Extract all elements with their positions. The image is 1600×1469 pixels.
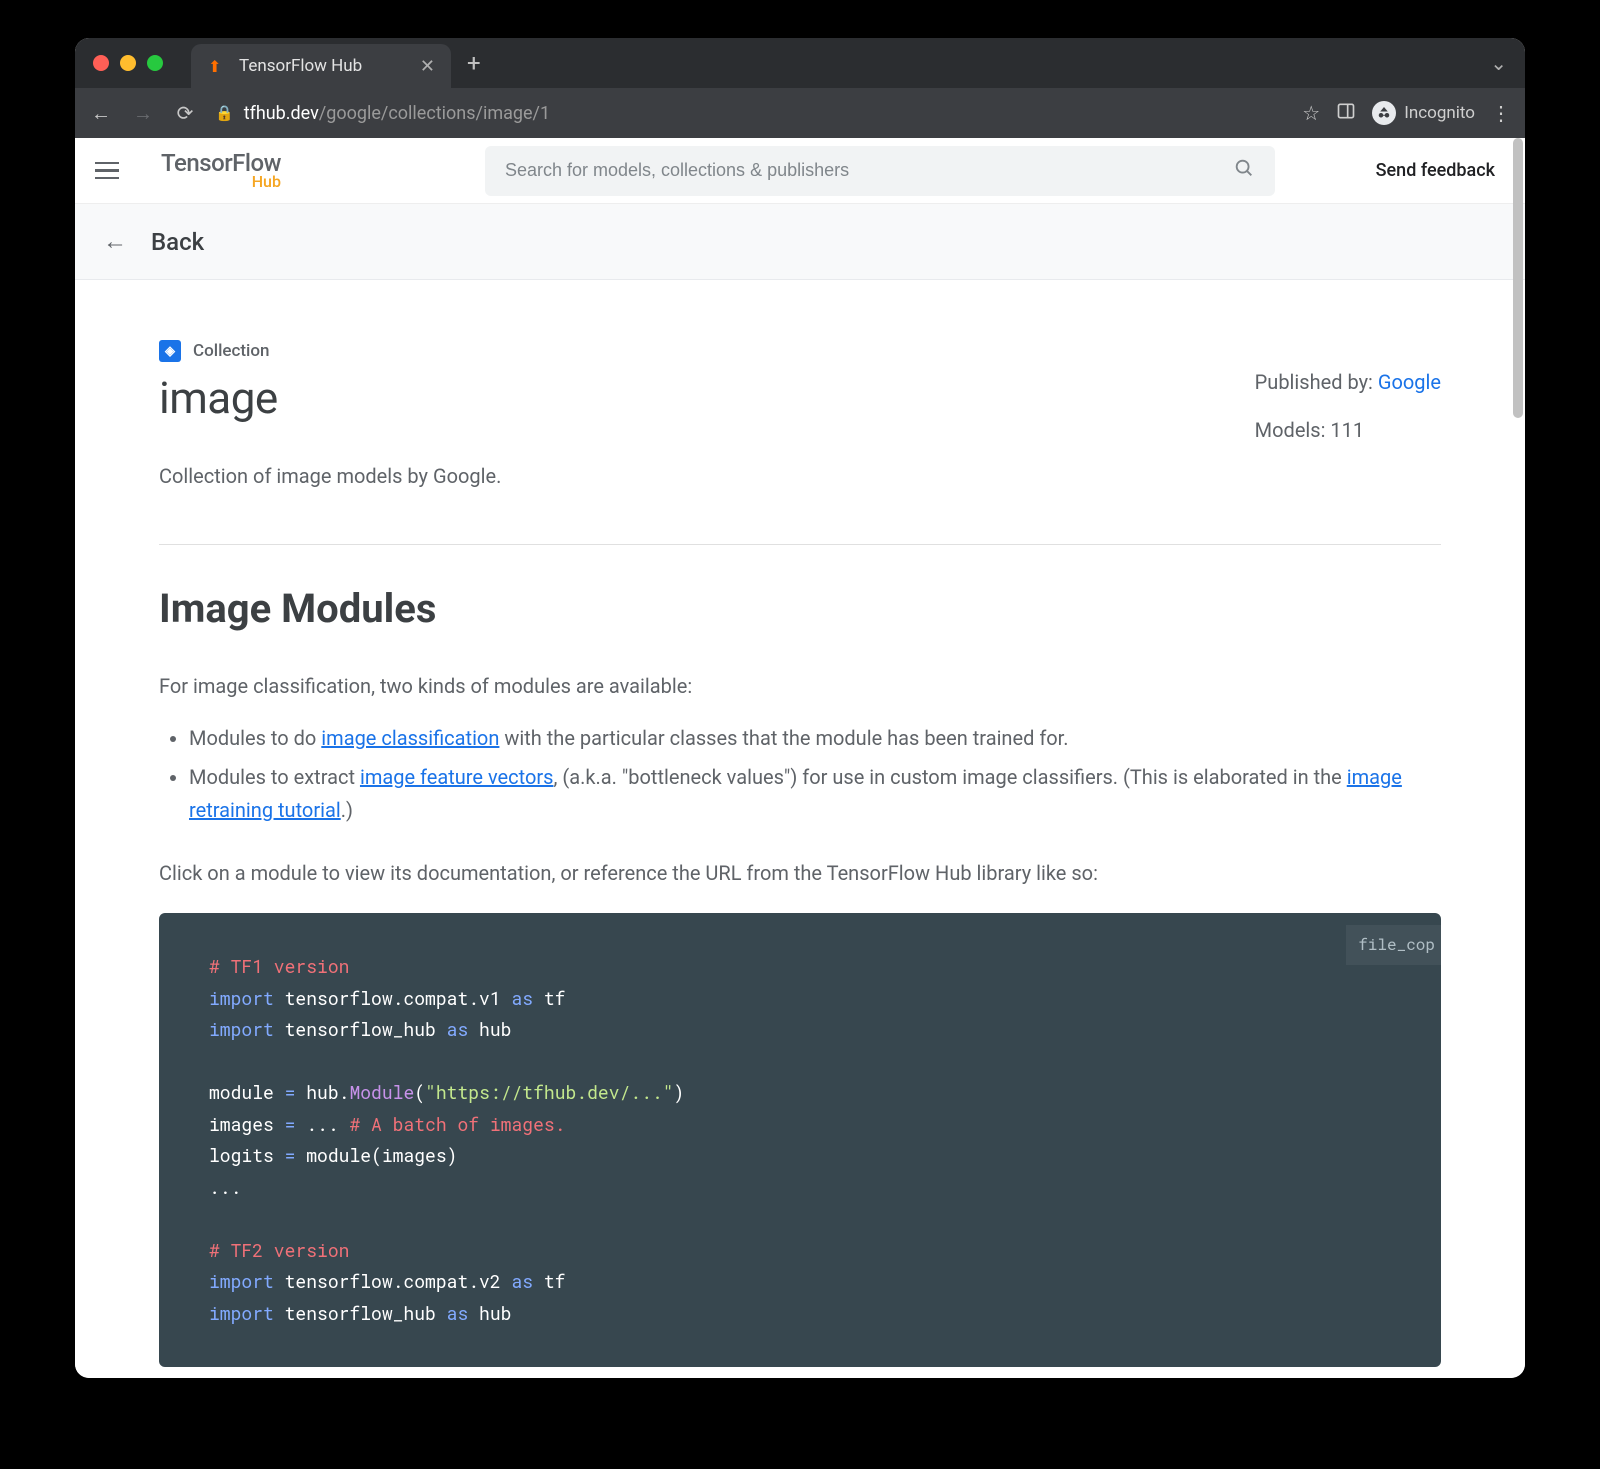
scrollbar[interactable] — [1511, 138, 1525, 1378]
main-content: ◈ Collection image Collection of image m… — [75, 280, 1525, 1378]
tab-close-icon[interactable]: ✕ — [420, 56, 435, 77]
lock-icon: 🔒 — [215, 104, 234, 122]
scrollbar-thumb[interactable] — [1513, 138, 1523, 418]
bookmark-star-icon[interactable]: ☆ — [1302, 101, 1320, 125]
intro-text: For image classification, two kinds of m… — [159, 670, 1441, 702]
collection-description: Collection of image models by Google. — [159, 464, 501, 488]
window-titlebar: TensorFlow Hub ✕ + ⌄ — [75, 38, 1525, 88]
traffic-lights — [93, 55, 163, 71]
collection-badge-text: Collection — [193, 341, 270, 361]
search-icon[interactable] — [1233, 157, 1255, 184]
minimize-window-button[interactable] — [120, 55, 136, 71]
titlebar-right: ⌄ — [1490, 51, 1507, 75]
chevron-down-icon[interactable]: ⌄ — [1490, 51, 1507, 75]
side-panel-icon[interactable] — [1336, 101, 1356, 126]
nav-reload-icon[interactable]: ⟳ — [173, 101, 197, 125]
browser-tab[interactable]: TensorFlow Hub ✕ — [191, 44, 451, 88]
image-classification-link[interactable]: image classification — [321, 726, 499, 750]
incognito-icon — [1372, 101, 1396, 125]
nav-forward-icon[interactable]: → — [131, 101, 155, 126]
collection-badge: ◈ Collection — [159, 340, 501, 362]
browser-window: TensorFlow Hub ✕ + ⌄ ← → ⟳ 🔒 tfhub.dev/g… — [75, 38, 1525, 1378]
page-content: TensorFlow Hub Send feedback ← Back ◈ Co… — [75, 138, 1525, 1378]
post-list-text: Click on a module to view its documentat… — [159, 857, 1441, 889]
back-arrow-icon[interactable]: ← — [103, 227, 127, 256]
url-domain: tfhub.dev — [244, 103, 319, 124]
models-count: 111 — [1330, 418, 1364, 442]
tab-favicon-icon — [207, 56, 227, 76]
maximize-window-button[interactable] — [147, 55, 163, 71]
search-input[interactable] — [505, 160, 1233, 181]
list-item: Modules to extract image feature vectors… — [189, 761, 1441, 827]
back-bar: ← Back — [75, 204, 1525, 280]
feature-vectors-link[interactable]: image feature vectors — [360, 765, 554, 789]
copy-code-button[interactable]: file_cop — [1346, 925, 1441, 965]
back-label[interactable]: Back — [151, 228, 204, 256]
section-heading: Image Modules — [159, 585, 1441, 632]
code-block: file_cop # TF1 version import tensorflow… — [159, 913, 1441, 1367]
page-title: image — [159, 372, 501, 424]
logo-sub: Hub — [161, 174, 281, 190]
app-header: TensorFlow Hub Send feedback — [75, 138, 1525, 204]
url-path: /google/collections/image/1 — [319, 103, 550, 124]
toolbar-right: ☆ Incognito ⋮ — [1302, 101, 1511, 126]
models-label: Models: — [1255, 418, 1331, 442]
search-box[interactable] — [485, 146, 1275, 196]
collection-icon: ◈ — [159, 340, 181, 362]
incognito-label: Incognito — [1404, 103, 1475, 123]
hamburger-menu-button[interactable] — [95, 153, 131, 189]
tfhub-logo[interactable]: TensorFlow Hub — [161, 151, 281, 190]
nav-back-icon[interactable]: ← — [89, 101, 113, 126]
close-window-button[interactable] — [93, 55, 109, 71]
tab-title: TensorFlow Hub — [239, 56, 362, 76]
published-by-label: Published by: — [1255, 370, 1378, 394]
collection-meta: Published by: Google Models: 111 — [1255, 358, 1441, 488]
new-tab-button[interactable]: + — [467, 49, 481, 77]
section-divider — [159, 544, 1441, 545]
module-type-list: Modules to do image classification with … — [159, 722, 1441, 827]
browser-menu-icon[interactable]: ⋮ — [1491, 101, 1511, 125]
url-toolbar: ← → ⟳ 🔒 tfhub.dev/google/collections/ima… — [75, 88, 1525, 138]
publisher-link[interactable]: Google — [1378, 370, 1441, 394]
send-feedback-link[interactable]: Send feedback — [1376, 160, 1495, 181]
incognito-badge: Incognito — [1372, 101, 1475, 125]
list-item: Modules to do image classification with … — [189, 722, 1441, 755]
collection-header: ◈ Collection image Collection of image m… — [159, 340, 1441, 488]
url-field[interactable]: 🔒 tfhub.dev/google/collections/image/1 — [215, 103, 1284, 124]
